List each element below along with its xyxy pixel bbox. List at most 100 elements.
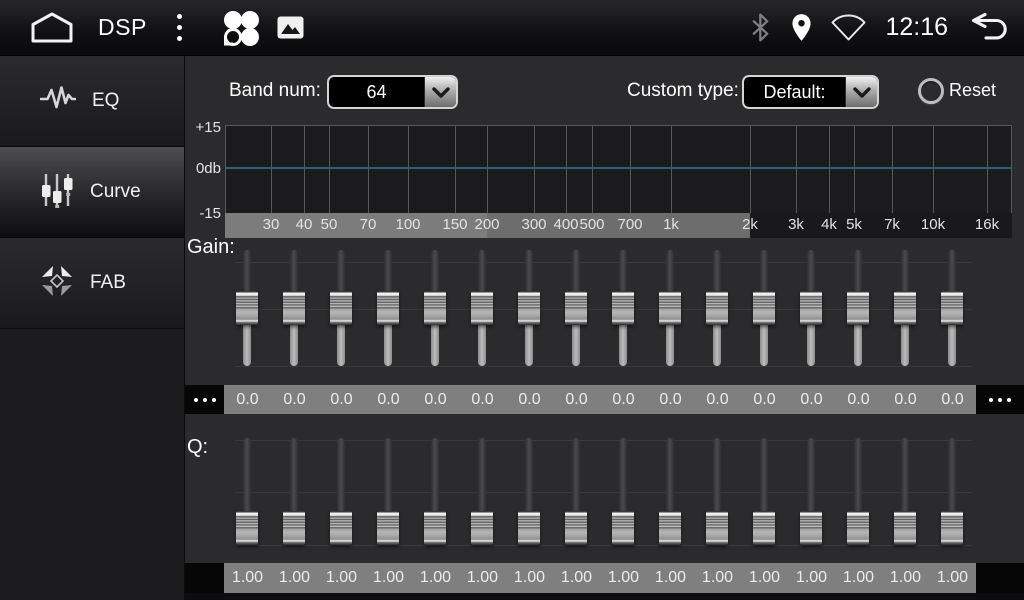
q-slider[interactable]	[565, 438, 587, 545]
q-slider[interactable]	[330, 438, 352, 545]
gain-slider[interactable]	[706, 250, 728, 366]
q-slider[interactable]	[847, 438, 869, 545]
q-value: 1.00	[741, 563, 788, 593]
q-slider-thumb[interactable]	[424, 511, 446, 545]
q-slider[interactable]	[236, 438, 258, 545]
gain-slider-thumb[interactable]	[659, 291, 681, 325]
q-slider[interactable]	[471, 438, 493, 545]
q-section-label: Q:	[187, 436, 208, 459]
sidebar-item-label: EQ	[92, 90, 119, 112]
gain-more-right-button[interactable]	[976, 385, 1024, 414]
q-slider-thumb[interactable]	[518, 511, 540, 545]
q-slider-thumb[interactable]	[565, 511, 587, 545]
gain-slider[interactable]	[753, 250, 775, 366]
gain-slider-thumb[interactable]	[753, 291, 775, 325]
q-slider-thumb[interactable]	[894, 511, 916, 545]
gain-slider[interactable]	[800, 250, 822, 366]
q-slider[interactable]	[377, 438, 399, 545]
gain-slider[interactable]	[518, 250, 540, 366]
gain-slider[interactable]	[283, 250, 305, 366]
gain-value: 0.0	[600, 385, 647, 414]
q-slider-thumb[interactable]	[471, 511, 493, 545]
q-slider-thumb[interactable]	[330, 511, 352, 545]
freq-gridline	[329, 126, 330, 213]
gain-slider-thumb[interactable]	[518, 291, 540, 325]
sidebar-item-eq[interactable]: EQ	[0, 56, 184, 147]
q-value: 1.00	[929, 563, 976, 593]
home-icon[interactable]	[30, 12, 74, 44]
freq-gridline	[534, 126, 535, 213]
gain-slider-thumb[interactable]	[377, 291, 399, 325]
gain-slider[interactable]	[894, 250, 916, 366]
q-value: 1.00	[694, 563, 741, 593]
q-value: 1.00	[600, 563, 647, 593]
custom-type-dropdown[interactable]: Default:	[742, 75, 879, 109]
q-slider[interactable]	[894, 438, 916, 545]
gain-slider-thumb[interactable]	[612, 291, 634, 325]
q-slider[interactable]	[518, 438, 540, 545]
gain-slider-thumb[interactable]	[941, 291, 963, 325]
back-icon[interactable]	[964, 12, 1010, 43]
gain-slider[interactable]	[847, 250, 869, 366]
gain-slider-thumb[interactable]	[283, 291, 305, 325]
gain-slider-thumb[interactable]	[800, 291, 822, 325]
q-slider[interactable]	[941, 438, 963, 545]
freq-axis: 304050701001502003004005007001k2k3k4k5k7…	[225, 213, 1012, 238]
gain-value: 0.0	[694, 385, 741, 414]
q-value: 1.00	[882, 563, 929, 593]
band-num-dropdown[interactable]: 64	[327, 75, 458, 109]
q-slider-thumb[interactable]	[941, 511, 963, 545]
q-slider-thumb[interactable]	[706, 511, 728, 545]
gain-slider[interactable]	[941, 250, 963, 366]
q-slider-thumb[interactable]	[377, 511, 399, 545]
q-slider-thumb[interactable]	[236, 511, 258, 545]
gain-slider[interactable]	[424, 250, 446, 366]
chevron-down-icon[interactable]	[424, 77, 456, 107]
gain-slider-thumb[interactable]	[236, 291, 258, 325]
gain-slider-thumb[interactable]	[471, 291, 493, 325]
gain-slider[interactable]	[612, 250, 634, 366]
gain-slider-thumb[interactable]	[706, 291, 728, 325]
gain-more-left-button[interactable]	[185, 385, 224, 414]
gain-slider[interactable]	[377, 250, 399, 366]
q-slider[interactable]	[283, 438, 305, 545]
gain-slider-thumb[interactable]	[565, 291, 587, 325]
gain-slider-thumb[interactable]	[330, 291, 352, 325]
q-slider[interactable]	[800, 438, 822, 545]
sidebar: EQ Curve FAB	[0, 56, 185, 600]
sidebar-item-fab[interactable]: FAB	[0, 238, 184, 329]
gain-slider-thumb[interactable]	[424, 291, 446, 325]
gain-slider[interactable]	[659, 250, 681, 366]
q-slider-thumb[interactable]	[612, 511, 634, 545]
chevron-down-icon[interactable]	[845, 77, 877, 107]
gain-values-strip: 0.00.00.00.00.00.00.00.00.00.00.00.00.00…	[224, 385, 976, 414]
freq-tick-label: 200	[465, 216, 509, 233]
plot-edge-gridline	[225, 126, 226, 213]
gain-slider-thumb[interactable]	[847, 291, 869, 325]
apps-clover-icon[interactable]	[220, 7, 262, 49]
q-slider-thumb[interactable]	[847, 511, 869, 545]
freq-gridline	[487, 126, 488, 213]
overflow-menu-icon[interactable]	[173, 10, 186, 45]
gain-slider[interactable]	[565, 250, 587, 366]
q-slider-thumb[interactable]	[753, 511, 775, 545]
q-slider-thumb[interactable]	[800, 511, 822, 545]
gain-value: 0.0	[224, 385, 271, 414]
q-slider[interactable]	[424, 438, 446, 545]
reset-radio[interactable]	[918, 78, 944, 104]
gallery-icon[interactable]	[277, 16, 304, 39]
gain-value: 0.0	[318, 385, 365, 414]
gain-slider[interactable]	[330, 250, 352, 366]
freq-gridline	[796, 126, 797, 213]
q-slider[interactable]	[753, 438, 775, 545]
q-slider[interactable]	[659, 438, 681, 545]
q-slider-thumb[interactable]	[283, 511, 305, 545]
freq-gridline	[566, 126, 567, 213]
gain-slider[interactable]	[471, 250, 493, 366]
q-slider[interactable]	[612, 438, 634, 545]
q-slider-thumb[interactable]	[659, 511, 681, 545]
sidebar-item-curve[interactable]: Curve	[0, 147, 184, 238]
gain-slider-thumb[interactable]	[894, 291, 916, 325]
gain-slider[interactable]	[236, 250, 258, 366]
q-slider[interactable]	[706, 438, 728, 545]
